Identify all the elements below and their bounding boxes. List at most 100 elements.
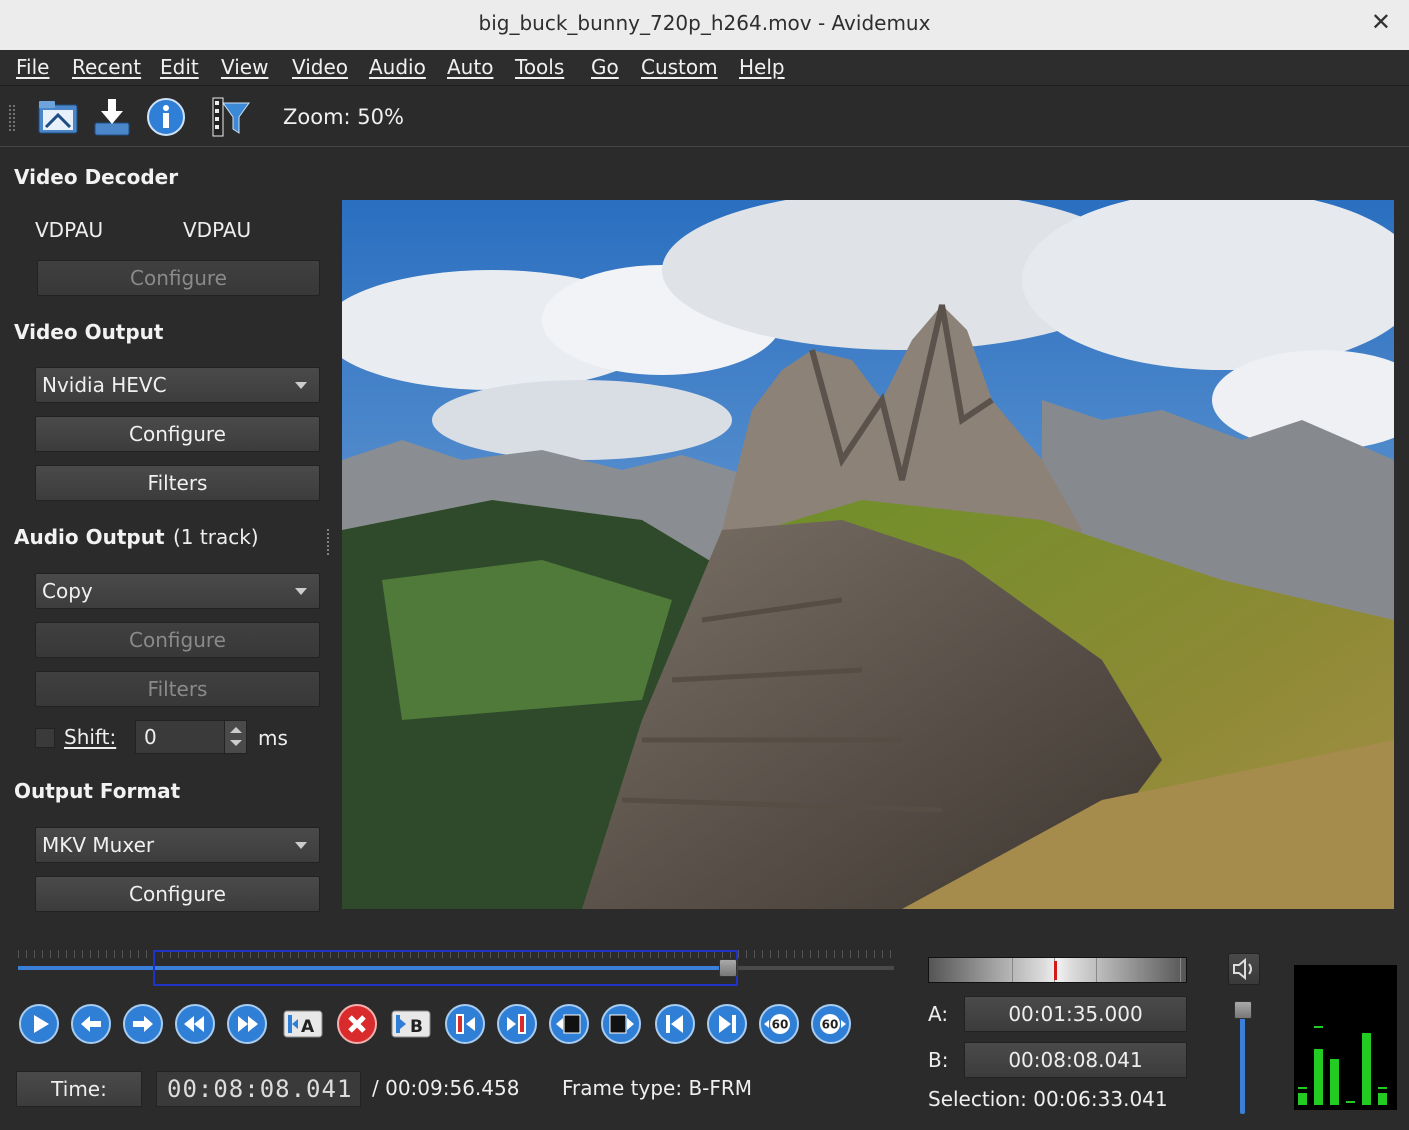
zoom-label: Zoom: 50% — [283, 105, 404, 129]
audio-filters-button[interactable]: Filters — [35, 671, 320, 707]
video-configure-button[interactable]: Configure — [35, 416, 320, 452]
video-decoder-title: Video Decoder — [14, 165, 179, 189]
toolbar: Zoom: 50% — [0, 87, 1409, 147]
speaker-icon — [1233, 957, 1252, 981]
menu-help[interactable]: Help — [739, 55, 785, 79]
audio-configure-button[interactable]: Configure — [35, 622, 320, 658]
chevron-up-icon[interactable] — [230, 727, 242, 733]
jog-marker — [1054, 961, 1057, 980]
delete-selection-icon[interactable] — [336, 1003, 378, 1045]
volume-button[interactable] — [1228, 953, 1260, 985]
film-filter-icon[interactable] — [209, 95, 253, 139]
menu-edit[interactable]: Edit — [160, 55, 199, 79]
total-duration: / 00:09:56.458 — [372, 1076, 520, 1100]
spin-arrows[interactable] — [224, 721, 246, 753]
marker-b-label: B: — [928, 1048, 949, 1072]
shift-unit: ms — [258, 726, 288, 750]
menu-file[interactable]: File — [16, 55, 49, 79]
open-file-icon[interactable] — [36, 95, 80, 139]
frame-type: Frame type: B-FRM — [562, 1076, 753, 1100]
marker-a-button[interactable]: 00:01:35.000 — [964, 996, 1187, 1032]
forward-60s-icon[interactable]: 60 — [810, 1003, 852, 1045]
previous-cut-point-icon[interactable] — [444, 1003, 486, 1045]
output-format-title: Output Format — [14, 779, 181, 803]
selection-duration: Selection: 00:06:33.041 — [928, 1087, 1168, 1111]
muxer-value: MKV Muxer — [42, 833, 155, 857]
meter-bar — [1362, 1033, 1371, 1105]
rewind-icon[interactable] — [174, 1003, 216, 1045]
back-60s-label: 60 — [772, 1018, 789, 1032]
shift-checkbox[interactable] — [35, 728, 55, 748]
set-marker-b-icon[interactable]: B — [388, 1003, 431, 1045]
shift-spinbox[interactable]: 0 — [135, 720, 247, 754]
forward-60s-label: 60 — [822, 1018, 839, 1032]
next-cut-point-icon[interactable] — [496, 1003, 538, 1045]
chevron-down-icon — [295, 842, 307, 849]
audio-output-title: Audio Output — [14, 525, 165, 549]
back-60s-icon[interactable]: 60 — [758, 1003, 800, 1045]
video-output-title: Video Output — [14, 320, 164, 344]
video-filters-button[interactable]: Filters — [35, 465, 320, 501]
timeline-selection — [153, 950, 738, 986]
window-title: big_buck_bunny_720p_h264.mov - Avidemux — [478, 11, 931, 35]
decoder-configure-button[interactable]: Configure — [37, 260, 320, 296]
meter-bar — [1298, 1093, 1307, 1105]
go-to-start-icon[interactable] — [654, 1003, 696, 1045]
set-marker-a-icon[interactable]: A — [280, 1003, 323, 1045]
next-keyframe-icon[interactable] — [600, 1003, 642, 1045]
meter-peak — [1298, 1087, 1307, 1089]
audio-track-count: (1 track) — [173, 525, 259, 549]
menu-view[interactable]: View — [221, 55, 268, 79]
menu-custom[interactable]: Custom — [641, 55, 718, 79]
menu-tools[interactable]: Tools — [515, 55, 564, 79]
menu-go[interactable]: Go — [591, 55, 619, 79]
previous-keyframe-icon[interactable] — [548, 1003, 590, 1045]
next-frame-icon[interactable] — [122, 1003, 164, 1045]
svg-text:A: A — [301, 1017, 315, 1037]
video-codec-select[interactable]: Nvidia HEVC — [35, 367, 320, 403]
menu-auto[interactable]: Auto — [447, 55, 493, 79]
svg-text:B: B — [410, 1017, 423, 1037]
go-to-end-icon[interactable] — [706, 1003, 748, 1045]
timeline-handle[interactable] — [718, 959, 737, 977]
marker-b-button[interactable]: 00:08:08.041 — [964, 1042, 1187, 1078]
fast-forward-icon[interactable] — [226, 1003, 268, 1045]
muxer-select[interactable]: MKV Muxer — [35, 827, 320, 863]
video-codec-value: Nvidia HEVC — [42, 373, 167, 397]
shift-value: 0 — [144, 725, 157, 749]
shift-label: Shift: — [64, 725, 117, 749]
muxer-configure-button[interactable]: Configure — [35, 876, 320, 912]
chevron-down-icon[interactable] — [230, 740, 242, 746]
save-download-icon[interactable] — [90, 95, 134, 139]
time-button[interactable]: Time: — [16, 1071, 142, 1107]
meter-peak — [1346, 1101, 1355, 1103]
close-icon[interactable]: ✕ — [1371, 8, 1391, 36]
audio-codec-value: Copy — [42, 579, 93, 603]
meter-bar — [1314, 1049, 1323, 1105]
menu-video[interactable]: Video — [292, 55, 348, 79]
current-time-field[interactable]: 00:08:08.041 — [156, 1071, 361, 1107]
jog-lines — [929, 958, 1186, 982]
meter-bar — [1378, 1093, 1387, 1105]
title-bar: big_buck_bunny_720p_h264.mov - Avidemux … — [0, 0, 1409, 50]
info-icon[interactable] — [144, 95, 188, 139]
decoder-name-left: VDPAU — [35, 218, 104, 242]
audio-level-meter — [1294, 965, 1397, 1110]
jog-shuttle[interactable] — [928, 957, 1187, 983]
toolbar-grip[interactable] — [8, 104, 16, 132]
video-preview — [342, 200, 1394, 909]
play-icon[interactable] — [18, 1003, 60, 1045]
meter-bar — [1330, 1059, 1339, 1105]
meter-peak — [1378, 1087, 1387, 1089]
audio-codec-select[interactable]: Copy — [35, 573, 320, 609]
menu-recent[interactable]: Recent — [72, 55, 141, 79]
panel-splitter[interactable] — [326, 528, 330, 556]
menu-audio[interactable]: Audio — [369, 55, 426, 79]
menu-bar: File Recent Edit View Video Audio Auto T… — [0, 50, 1409, 86]
previous-frame-icon[interactable] — [70, 1003, 112, 1045]
volume-slider-handle[interactable] — [1234, 1001, 1252, 1019]
chevron-down-icon — [295, 382, 307, 389]
meter-peak — [1314, 1026, 1323, 1028]
volume-slider-track[interactable] — [1240, 1010, 1245, 1114]
chevron-down-icon — [295, 588, 307, 595]
